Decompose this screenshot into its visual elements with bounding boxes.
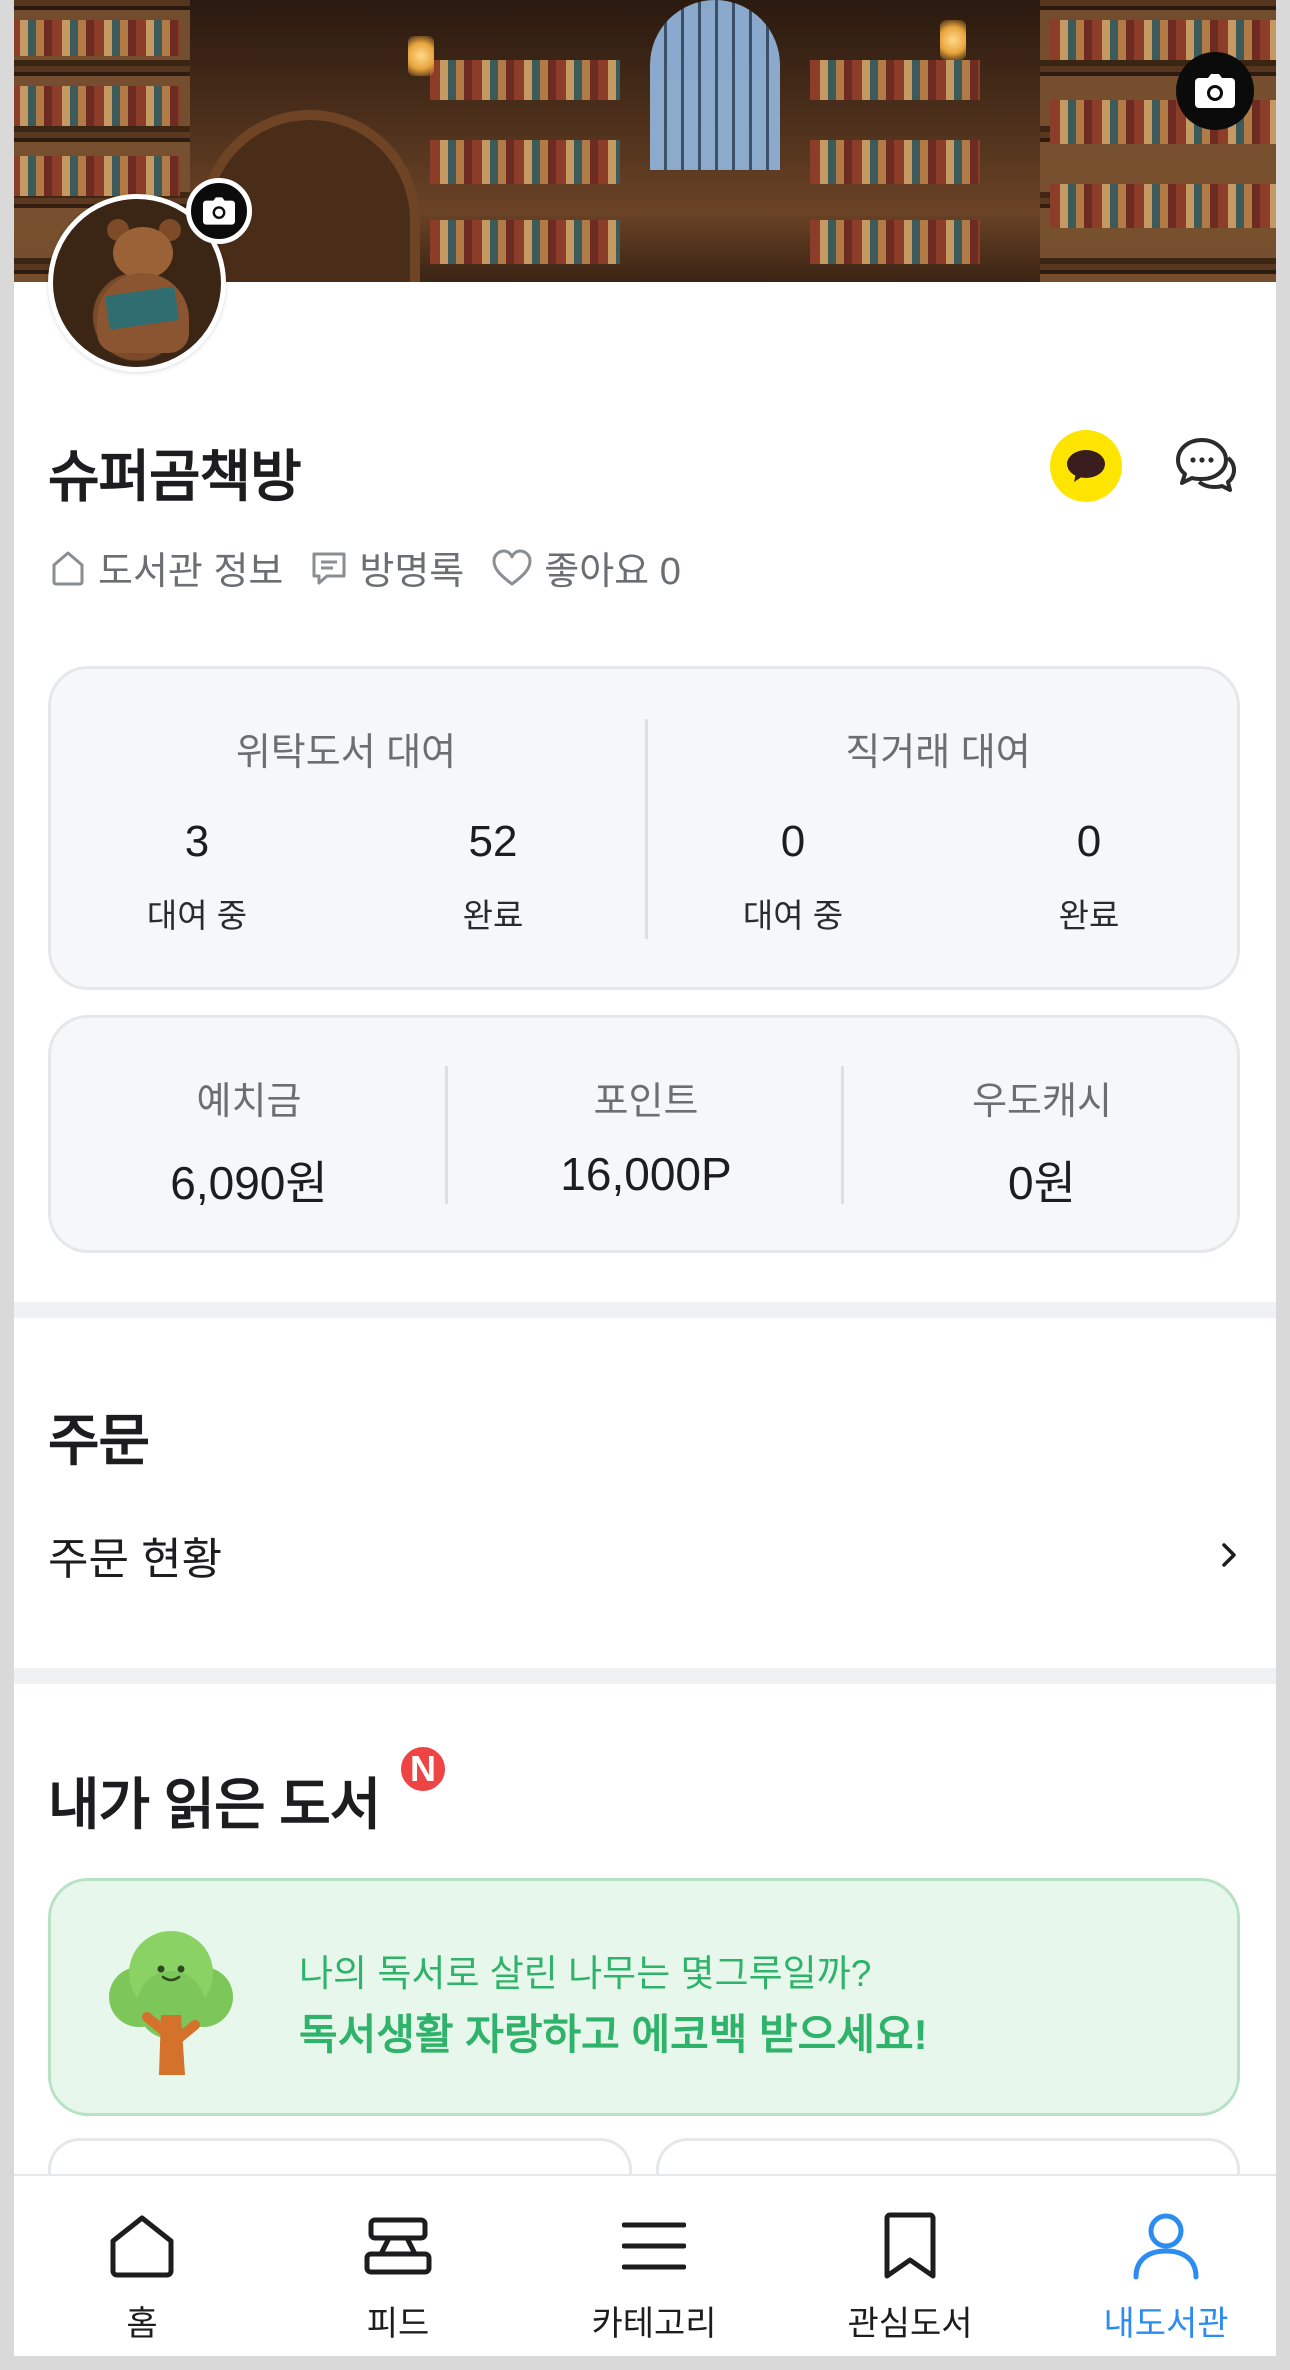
- tab-wishlist[interactable]: 관심도서: [800, 2206, 1020, 2345]
- eco-promo-headline: 독서생활 자랑하고 에코백 받으세요!: [299, 2011, 928, 2058]
- stat-label: 대여 중: [742, 897, 844, 934]
- eco-bag-promo-banner[interactable]: 나의 독서로 살린 나무는 몇그루일까? 독서생활 자랑하고 에코백 받으세요!: [48, 1878, 1240, 2116]
- points-value: 16,000P: [560, 1148, 732, 1200]
- stat-label: 대여 중: [146, 897, 248, 934]
- avatar-camera-button[interactable]: [186, 178, 252, 244]
- rental-summary-card: 위탁도서 대여 직거래 대여 3 대여 중 52 완료 0 대여 중 0 완료: [48, 666, 1240, 990]
- points-item[interactable]: 포인트 16,000P: [448, 1070, 844, 1201]
- chat-button[interactable]: [1170, 430, 1242, 502]
- heart-outline-icon: [492, 549, 532, 585]
- tab-label: 관심도서: [847, 2305, 973, 2343]
- kakao-bubble-icon: [1067, 450, 1105, 482]
- tree-icon: [109, 1931, 233, 2075]
- kakao-talk-button[interactable]: [1050, 430, 1122, 502]
- deposit-title: 예치금: [196, 1081, 302, 1123]
- orders-section-title: 주문: [48, 1409, 150, 1472]
- books-row: [1050, 184, 1276, 228]
- tab-label: 카테고리: [591, 2305, 717, 2343]
- stat-value: 52: [468, 817, 518, 866]
- menu-icon: [622, 2222, 686, 2270]
- tab-category[interactable]: 카테고리: [544, 2206, 764, 2345]
- camera-icon: [203, 197, 235, 225]
- consignment-complete-stat[interactable]: 52 완료: [393, 817, 593, 937]
- library-name: 슈퍼곰책방: [48, 445, 302, 508]
- library-info-label: 도서관 정보: [98, 551, 284, 593]
- deposit-value: 6,090원: [170, 1157, 328, 1209]
- lamp: [940, 20, 966, 60]
- wallet-summary-card: 예치금 6,090원 포인트 16,000P 우도캐시 0원: [48, 1015, 1240, 1253]
- home-icon: [110, 2215, 174, 2278]
- udo-cash-item[interactable]: 우도캐시 0원: [844, 1070, 1240, 1213]
- app-container: 슈퍼곰책방 도서관 정보 방명록 좋아요 0 위탁도서 대여 직거래 대여 3 …: [14, 0, 1276, 2356]
- section-separator: [14, 1668, 1276, 1684]
- direct-complete-stat[interactable]: 0 완료: [989, 817, 1189, 937]
- tab-my-library[interactable]: 내도서관: [1056, 2206, 1276, 2345]
- bear-head: [113, 227, 173, 279]
- user-icon: [1133, 2213, 1199, 2280]
- order-status-label: 주문 현황: [48, 1535, 223, 1584]
- chevron-right-icon: [1222, 1543, 1236, 1567]
- message-square-icon: [312, 552, 346, 584]
- consignment-renting-stat[interactable]: 3 대여 중: [97, 817, 297, 937]
- chat-bubbles-icon: [1176, 438, 1236, 492]
- like-count-label: 좋아요 0: [544, 551, 681, 593]
- stat-value: 0: [1076, 817, 1102, 866]
- books-row: [1050, 20, 1276, 60]
- guestbook-link[interactable]: 방명록: [309, 540, 464, 595]
- points-title: 포인트: [593, 1081, 699, 1123]
- bookmark-icon: [884, 2212, 936, 2279]
- library-info-link[interactable]: 도서관 정보: [48, 540, 283, 595]
- udo-cash-title: 우도캐시: [972, 1081, 1112, 1123]
- tab-label: 피드: [366, 2305, 430, 2343]
- new-badge: N: [398, 1744, 448, 1794]
- books-row: [430, 220, 620, 264]
- bottom-tab-bar: 홈 피드 카테고리 관심도서 내도서관: [14, 2174, 1276, 2356]
- stained-window: [650, 0, 780, 170]
- books-row: [430, 140, 620, 184]
- tab-home[interactable]: 홈: [32, 2206, 252, 2345]
- books-row: [810, 60, 980, 100]
- stat-value: 3: [184, 817, 210, 866]
- screen: 슈퍼곰책방 도서관 정보 방명록 좋아요 0 위탁도서 대여 직거래 대여 3 …: [0, 0, 1290, 2370]
- direct-renting-stat[interactable]: 0 대여 중: [693, 817, 893, 937]
- section-separator: [14, 1302, 1276, 1318]
- books-row: [14, 156, 180, 196]
- guestbook-label: 방명록: [359, 551, 465, 593]
- eco-promo-question: 나의 독서로 살린 나무는 몇그루일까?: [299, 1953, 872, 1994]
- stat-label: 완료: [1058, 897, 1120, 934]
- camera-icon: [1195, 74, 1235, 108]
- tab-feed[interactable]: 피드: [288, 2206, 508, 2345]
- direct-rental-title: 직거래 대여: [845, 732, 1031, 774]
- books-row: [14, 86, 180, 126]
- banner-camera-button[interactable]: [1176, 52, 1254, 130]
- tab-label: 내도서관: [1103, 2305, 1229, 2343]
- home-outline-icon: [52, 551, 84, 585]
- books-row: [810, 220, 980, 264]
- like-link[interactable]: 좋아요 0: [490, 540, 681, 595]
- consignment-rental-title: 위탁도서 대여: [235, 732, 457, 774]
- books-row: [14, 20, 180, 56]
- deposit-item[interactable]: 예치금 6,090원: [51, 1070, 447, 1213]
- profile-links: 도서관 정보 방명록 좋아요 0: [48, 540, 707, 595]
- udo-cash-value: 0원: [1008, 1157, 1076, 1209]
- read-books-section-title: 내가 읽은 도서: [48, 1773, 381, 1836]
- stat-label: 완료: [462, 897, 524, 934]
- lamp: [408, 36, 434, 76]
- books-row: [430, 60, 620, 100]
- tab-label: 홈: [126, 2305, 158, 2343]
- books-row: [810, 140, 980, 184]
- feed-icon: [364, 2217, 432, 2275]
- stat-value: 0: [780, 817, 806, 866]
- divider: [645, 719, 648, 939]
- order-status-row[interactable]: 주문 현황: [48, 1520, 1240, 1590]
